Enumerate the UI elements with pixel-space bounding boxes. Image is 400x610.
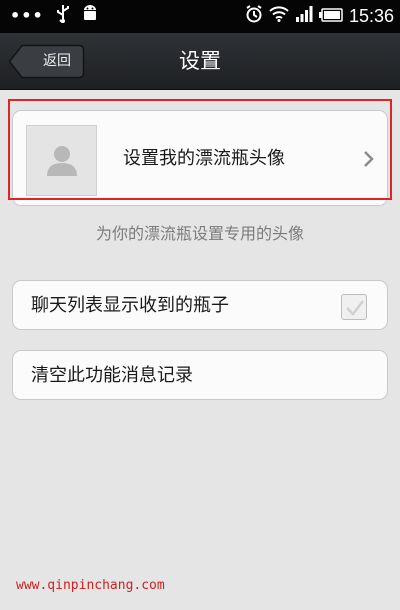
- clear-messages-label: 清空此功能消息记录: [31, 365, 193, 386]
- back-button-label: 返回: [43, 53, 71, 69]
- android-icon: [82, 5, 98, 27]
- battery-icon: [318, 7, 343, 26]
- alarm-icon: [245, 5, 263, 27]
- drift-bottle-avatar-setting[interactable]: 设置我的漂流瓶头像: [12, 110, 388, 206]
- show-received-bottles-label: 聊天列表显示收到的瓶子: [31, 295, 229, 316]
- signal-icon: [295, 6, 313, 26]
- clear-messages-setting[interactable]: 清空此功能消息记录: [12, 350, 388, 400]
- checkmark-icon: [346, 300, 364, 316]
- watermark-text: www.qinpinchang.com: [16, 578, 165, 593]
- usb-icon: [56, 5, 70, 27]
- show-received-bottles-checkbox[interactable]: [341, 294, 367, 320]
- status-bar: ••• 15:36: [0, 0, 400, 33]
- page-title: 设置: [179, 49, 221, 73]
- status-left: •••: [10, 5, 98, 27]
- back-button[interactable]: 返回: [8, 44, 85, 79]
- avatar: [26, 125, 97, 196]
- chevron-right-icon: [364, 151, 374, 167]
- notification-dots: •••: [10, 6, 44, 25]
- default-avatar-icon: [47, 146, 77, 176]
- clock-time: 15:36: [348, 6, 394, 26]
- wifi-icon: [269, 6, 289, 26]
- avatar-hint-text: 为你的漂流瓶设置专用的头像: [95, 224, 304, 243]
- avatar-setting-label: 设置我的漂流瓶头像: [123, 148, 285, 169]
- title-bar: 返回 设置: [0, 33, 400, 90]
- show-received-bottles-setting[interactable]: 聊天列表显示收到的瓶子: [12, 280, 388, 330]
- status-right: 15:36: [245, 5, 394, 27]
